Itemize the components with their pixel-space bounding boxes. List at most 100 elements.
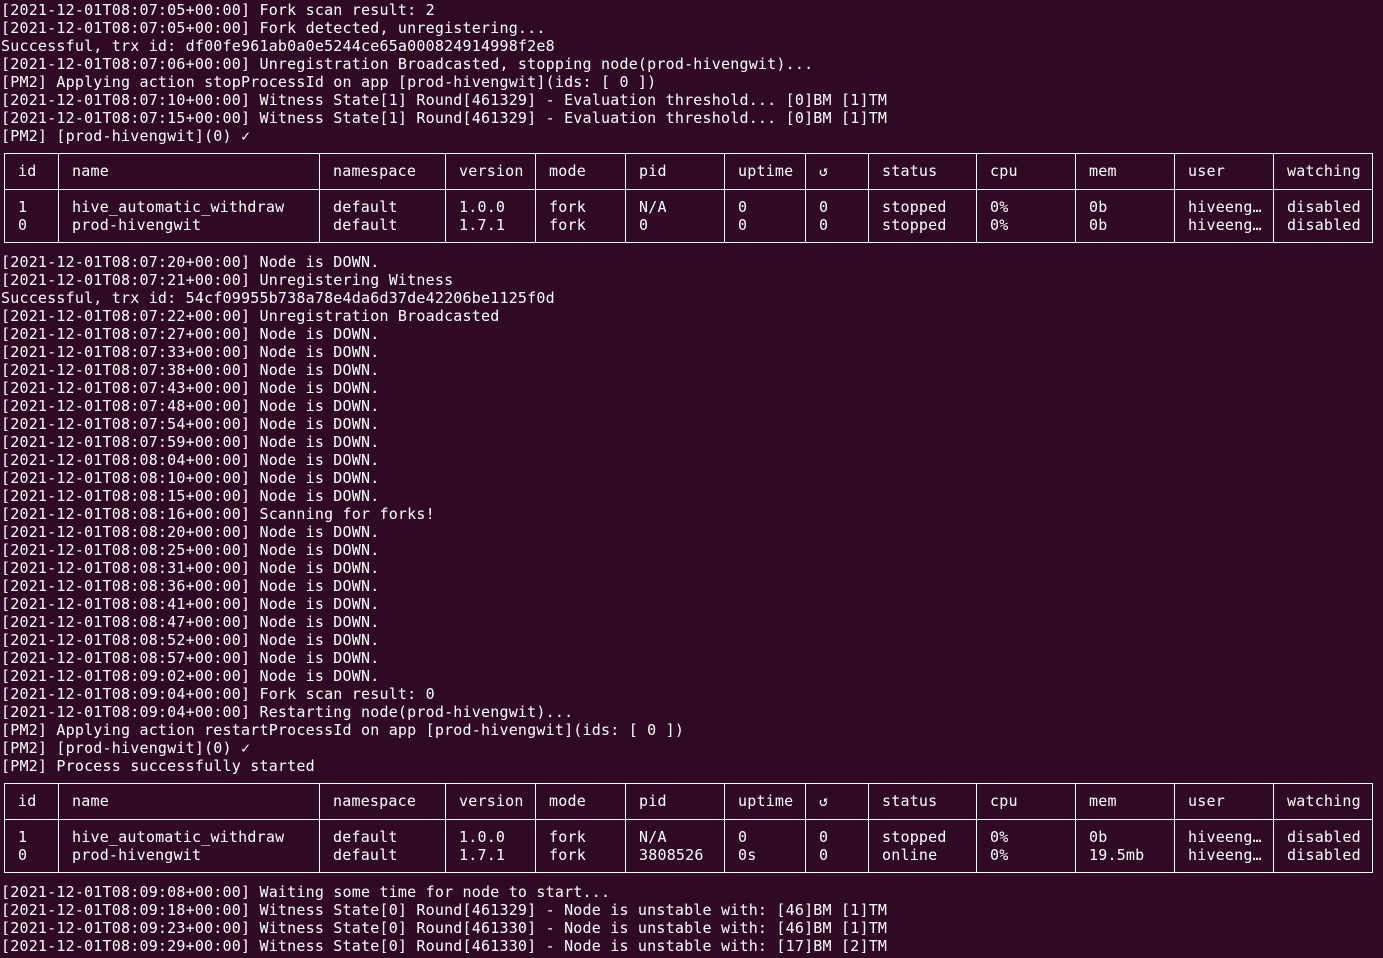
log-line: [PM2] Process successfully started — [1, 757, 315, 775]
log-line: [2021-12-01T08:07:27+00:00] Node is DOWN… — [1, 325, 380, 343]
log-line: [2021-12-01T08:07:21+00:00] Unregisterin… — [1, 271, 454, 289]
cell-version: 1.7.1 — [459, 216, 506, 234]
cell-mode: fork — [549, 216, 586, 234]
header-mem: mem — [1089, 792, 1117, 810]
cell-mem: 19.5mb — [1089, 846, 1145, 864]
cell-name: prod-hivengwit — [72, 846, 202, 864]
cell-mem: 0b — [1089, 828, 1108, 846]
header-namespace: namespace — [333, 792, 417, 810]
cell-watching: disabled — [1287, 846, 1361, 864]
header-mode: mode — [549, 162, 586, 180]
log-line: [2021-12-01T08:09:23+00:00] Witness Stat… — [1, 919, 888, 937]
column-divider — [1075, 784, 1076, 872]
log-line: [2021-12-01T08:09:29+00:00] Witness Stat… — [1, 937, 888, 955]
log-line: [2021-12-01T08:09:18+00:00] Witness Stat… — [1, 901, 888, 919]
header-restarts: ↺ — [819, 162, 829, 180]
column-divider — [1273, 154, 1274, 242]
cell-user: hiveeng… — [1188, 216, 1262, 234]
cell-restarts: 0 — [819, 828, 829, 846]
header-version: version — [459, 162, 524, 180]
header-watching: watching — [1287, 162, 1361, 180]
header-restarts: ↺ — [819, 792, 829, 810]
column-divider — [445, 784, 446, 872]
log-line: [2021-12-01T08:07:54+00:00] Node is DOWN… — [1, 415, 380, 433]
log-line: [2021-12-01T08:09:04+00:00] Fork scan re… — [1, 685, 435, 703]
column-divider — [805, 154, 806, 242]
header-name: name — [72, 162, 109, 180]
cell-pid: N/A — [639, 198, 667, 216]
cell-mode: fork — [549, 828, 586, 846]
cell-watching: disabled — [1287, 828, 1361, 846]
log-line: [2021-12-01T08:07:48+00:00] Node is DOWN… — [1, 397, 380, 415]
header-id: id — [18, 792, 37, 810]
log-line: [2021-12-01T08:07:15+00:00] Witness Stat… — [1, 109, 888, 127]
log-line: [2021-12-01T08:08:16+00:00] Scanning for… — [1, 505, 435, 523]
cell-status: stopped — [882, 198, 947, 216]
cell-pid: 0 — [639, 216, 649, 234]
header-user: user — [1188, 162, 1225, 180]
header-mode: mode — [549, 792, 586, 810]
cell-version: 1.7.1 — [459, 846, 506, 864]
log-line: [PM2] Applying action restartProcessId o… — [1, 721, 685, 739]
header-pid: pid — [639, 792, 667, 810]
cell-namespace: default — [333, 198, 398, 216]
cell-id: 1 — [18, 198, 28, 216]
log-line: [PM2] [prod-hivengwit](0) ✓ — [1, 739, 251, 757]
log-line: [2021-12-01T08:08:10+00:00] Node is DOWN… — [1, 469, 380, 487]
cell-version: 1.0.0 — [459, 198, 506, 216]
cell-cpu: 0% — [990, 216, 1009, 234]
column-divider — [625, 154, 626, 242]
log-line: [2021-12-01T08:07:10+00:00] Witness Stat… — [1, 91, 888, 109]
cell-name: hive_automatic_withdraw — [72, 828, 285, 846]
column-divider — [724, 784, 725, 872]
log-line: [2021-12-01T08:07:33+00:00] Node is DOWN… — [1, 343, 380, 361]
cell-user: hiveeng… — [1188, 846, 1262, 864]
column-divider — [319, 784, 320, 872]
pm2-process-table-2: id name namespace version mode pid uptime ↺ stat… — [4, 783, 1373, 873]
log-line: [2021-12-01T08:07:06+00:00] Unregistrati… — [1, 55, 814, 73]
log-line: [2021-12-01T08:08:52+00:00] Node is DOWN… — [1, 631, 380, 649]
terminal-window[interactable]: [2021-12-01T08:07:05+00:00] Fork scan re… — [0, 0, 1383, 958]
cell-pid: 3808526 — [639, 846, 704, 864]
header-cpu: cpu — [990, 162, 1018, 180]
log-line: [2021-12-01T08:08:36+00:00] Node is DOWN… — [1, 577, 380, 595]
log-line: [2021-12-01T08:08:25+00:00] Node is DOWN… — [1, 541, 380, 559]
header-cpu: cpu — [990, 792, 1018, 810]
header-user: user — [1188, 792, 1225, 810]
log-line: [2021-12-01T08:07:43+00:00] Node is DOWN… — [1, 379, 380, 397]
cell-uptime: 0 — [738, 828, 748, 846]
cell-version: 1.0.0 — [459, 828, 506, 846]
header-id: id — [18, 162, 37, 180]
column-divider — [58, 154, 59, 242]
cell-restarts: 0 — [819, 846, 829, 864]
header-status: status — [882, 162, 938, 180]
pm2-process-table-1: id name namespace version mode pid uptime ↺ stat… — [4, 153, 1373, 243]
column-divider — [1075, 154, 1076, 242]
log-line: [2021-12-01T08:07:05+00:00] Fork scan re… — [1, 1, 435, 19]
log-line: [2021-12-01T08:07:05+00:00] Fork detecte… — [1, 19, 546, 37]
table-divider — [5, 819, 1372, 820]
log-line: [2021-12-01T08:08:47+00:00] Node is DOWN… — [1, 613, 380, 631]
cell-name: hive_automatic_withdraw — [72, 198, 285, 216]
header-status: status — [882, 792, 938, 810]
table-divider — [5, 189, 1372, 190]
cell-uptime: 0 — [738, 216, 748, 234]
log-line: [2021-12-01T08:09:04+00:00] Restarting n… — [1, 703, 574, 721]
header-namespace: namespace — [333, 162, 417, 180]
column-divider — [868, 784, 869, 872]
cell-user: hiveeng… — [1188, 828, 1262, 846]
column-divider — [868, 154, 869, 242]
cell-mem: 0b — [1089, 216, 1108, 234]
log-line: [2021-12-01T08:08:04+00:00] Node is DOWN… — [1, 451, 380, 469]
log-line: [2021-12-01T08:08:15+00:00] Node is DOWN… — [1, 487, 380, 505]
cell-name: prod-hivengwit — [72, 216, 202, 234]
cell-uptime: 0 — [738, 198, 748, 216]
log-line: [2021-12-01T08:08:57+00:00] Node is DOWN… — [1, 649, 380, 667]
header-version: version — [459, 792, 524, 810]
column-divider — [805, 784, 806, 872]
column-divider — [58, 784, 59, 872]
column-divider — [1273, 784, 1274, 872]
cell-watching: disabled — [1287, 216, 1361, 234]
cell-restarts: 0 — [819, 198, 829, 216]
column-divider — [625, 784, 626, 872]
